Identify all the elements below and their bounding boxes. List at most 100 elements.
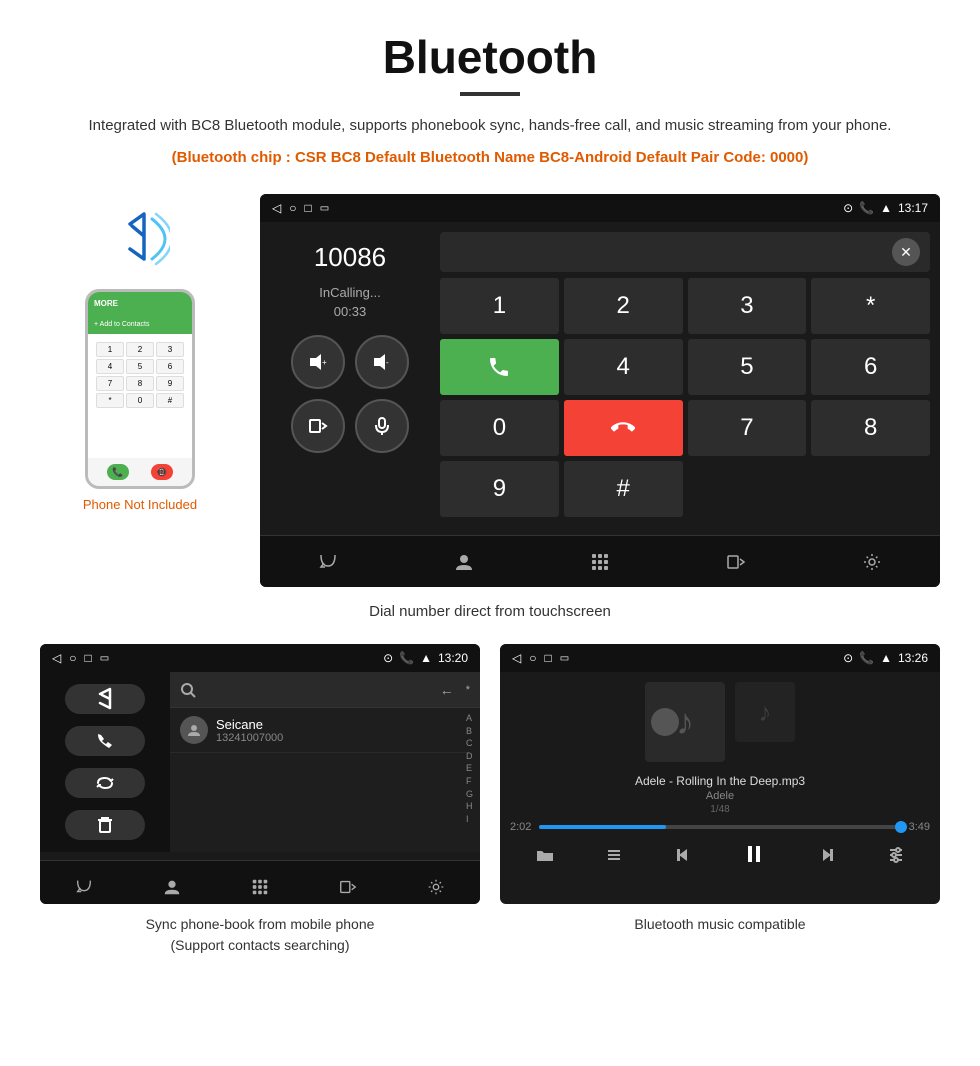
numpad-1[interactable]: 1 <box>440 278 559 334</box>
nav-contacts-icon[interactable] <box>453 551 475 573</box>
svg-text:+: + <box>322 358 327 367</box>
phone-key-5: 5 <box>126 359 154 374</box>
numpad-area: ✕ 1 2 3 * 4 5 6 0 <box>440 232 930 517</box>
nav-settings-icon[interactable] <box>861 551 883 573</box>
pb-letter-I: I <box>466 813 480 826</box>
numpad-star[interactable]: * <box>811 278 930 334</box>
music-progress-row: 2:02 3:49 <box>510 821 930 833</box>
nav-dialpad-icon[interactable] <box>589 551 611 573</box>
numpad-9[interactable]: 9 <box>440 461 559 517</box>
header-description: Integrated with BC8 Bluetooth module, su… <box>40 114 940 138</box>
music-nav-icons: ◁ ○ □ ▭ <box>512 651 569 665</box>
specs-text: (Bluetooth chip : CSR BC8 Default Blueto… <box>40 146 940 170</box>
music-play-pause-button[interactable] <box>742 841 768 873</box>
bluetooth-icon-area <box>110 204 170 279</box>
music-block: ◁ ○ □ ▭ ⊙ 📞 ▲ 13:26 ♪ <box>500 644 940 956</box>
numpad-call-button[interactable] <box>440 339 559 395</box>
phone-device-mockup: MORE + Add to Contacts 1 2 3 4 5 6 7 8 9… <box>85 289 195 489</box>
dial-body: 10086 InCalling... 00:33 + - <box>260 222 940 527</box>
pb-contacts: Seicane 13241007000 <box>170 708 466 852</box>
music-location-icon: ⊙ <box>843 651 853 665</box>
pb-letter-B: B <box>466 725 480 738</box>
pb-bottom-nav <box>40 860 480 904</box>
nav-transfer-icon[interactable] <box>725 551 747 573</box>
numpad-3[interactable]: 3 <box>688 278 807 334</box>
pb-sync-btn[interactable] <box>65 768 145 798</box>
phone-add-contact-bar: + Add to Contacts <box>88 314 192 334</box>
phone-key-6: 6 <box>156 359 184 374</box>
numpad-4[interactable]: 4 <box>564 339 683 395</box>
dial-bottom-nav <box>260 535 940 587</box>
android-dial-screen: ◁ ○ □ ▭ ⊙ 📞 ▲ 13:17 10086 InCalling... 0… <box>260 194 940 587</box>
volume-down-button[interactable]: - <box>355 335 409 389</box>
music-track-count: 1/48 <box>710 804 729 815</box>
numpad-clear-button[interactable]: ✕ <box>892 238 920 266</box>
music-folder-icon[interactable] <box>535 845 555 870</box>
pb-caption-line2: (Support contacts searching) <box>171 937 350 953</box>
phonebook-block: ◁ ○ □ ▭ ⊙ 📞 ▲ 13:20 <box>40 644 480 956</box>
pb-contact-seicane[interactable]: Seicane 13241007000 <box>170 708 466 753</box>
pb-caption-line1: Sync phone-book from mobile phone <box>146 916 375 932</box>
phone-screen: 1 2 3 4 5 6 7 8 9 * 0 # <box>88 334 192 458</box>
pb-nav-dialpad[interactable] <box>250 877 270 897</box>
location-icon: ⊙ <box>843 201 853 215</box>
dial-section: MORE + Add to Contacts 1 2 3 4 5 6 7 8 9… <box>40 194 940 587</box>
dial-phone-number: 10086 <box>314 242 386 273</box>
numpad-display: ✕ <box>440 232 930 272</box>
nav-calls-icon[interactable] <box>317 551 339 573</box>
pb-call-btn[interactable] <box>65 726 145 756</box>
pb-body: ← * <box>40 672 480 852</box>
transfer-button[interactable] <box>291 399 345 453</box>
pb-letter-C: C <box>466 737 480 750</box>
pb-letter-A: A <box>466 712 480 725</box>
numpad-hash[interactable]: # <box>564 461 683 517</box>
status-nav-icons: ◁ ○ □ ▭ <box>272 201 329 215</box>
numpad-2[interactable]: 2 <box>564 278 683 334</box>
numpad-8[interactable]: 8 <box>811 400 930 456</box>
music-note-icon-2: ♪ <box>759 697 772 728</box>
pb-star-label: * <box>466 684 470 696</box>
music-progress-bar[interactable] <box>539 825 900 829</box>
pb-nav-icons: ◁ ○ □ ▭ <box>52 651 109 665</box>
numpad-0[interactable]: 0 <box>440 400 559 456</box>
pb-delete-btn[interactable] <box>65 810 145 840</box>
numpad-7[interactable]: 7 <box>688 400 807 456</box>
music-album-art-2: ♪ <box>735 682 795 742</box>
pb-bluetooth-btn[interactable] <box>65 684 145 714</box>
pb-notif-icon: ▭ <box>100 653 109 664</box>
pb-contact-list-area: ← * <box>170 672 480 852</box>
pb-nav-settings[interactable] <box>426 877 446 897</box>
pb-caption: Sync phone-book from mobile phone (Suppo… <box>40 914 480 956</box>
numpad-5[interactable]: 5 <box>688 339 807 395</box>
music-status-bar: ◁ ○ □ ▭ ⊙ 📞 ▲ 13:26 <box>500 644 940 672</box>
music-eq-icon[interactable] <box>886 845 906 870</box>
music-body: ♪ ♪ Adele - Rolling In the Deep.mp3 Adel… <box>500 672 940 852</box>
music-time-total: 3:49 <box>909 821 930 833</box>
music-prev-icon[interactable] <box>673 845 693 870</box>
pb-nav-transfer[interactable] <box>338 877 358 897</box>
phone-illustration: MORE + Add to Contacts 1 2 3 4 5 6 7 8 9… <box>40 194 240 512</box>
recents-icon: □ <box>304 201 311 215</box>
pb-wifi-icon: ▲ <box>420 651 432 665</box>
phone-keypad: 1 2 3 4 5 6 7 8 9 * 0 # <box>92 338 188 412</box>
page-title: Bluetooth <box>40 30 940 84</box>
pb-contact-avatar <box>180 716 208 744</box>
pb-letter-F: F <box>466 775 480 788</box>
pb-nav-calls[interactable] <box>74 877 94 897</box>
pb-nav-contacts[interactable] <box>162 877 182 897</box>
numpad-6[interactable]: 6 <box>811 339 930 395</box>
pb-letter-D: D <box>466 750 480 763</box>
music-next-icon[interactable] <box>817 845 837 870</box>
status-time: 13:17 <box>898 201 928 215</box>
pb-recents-icon: □ <box>84 651 91 665</box>
phone-key-star: * <box>96 393 124 408</box>
music-list-icon[interactable] <box>604 845 624 870</box>
svg-text:-: - <box>386 358 389 367</box>
numpad-end-button[interactable] <box>564 400 683 456</box>
pb-contact-details: Seicane 13241007000 <box>216 717 456 744</box>
pb-letter-E: E <box>466 762 480 775</box>
music-wifi-icon: ▲ <box>880 651 892 665</box>
mute-button[interactable] <box>355 399 409 453</box>
volume-up-button[interactable]: + <box>291 335 345 389</box>
music-controls <box>510 841 930 873</box>
